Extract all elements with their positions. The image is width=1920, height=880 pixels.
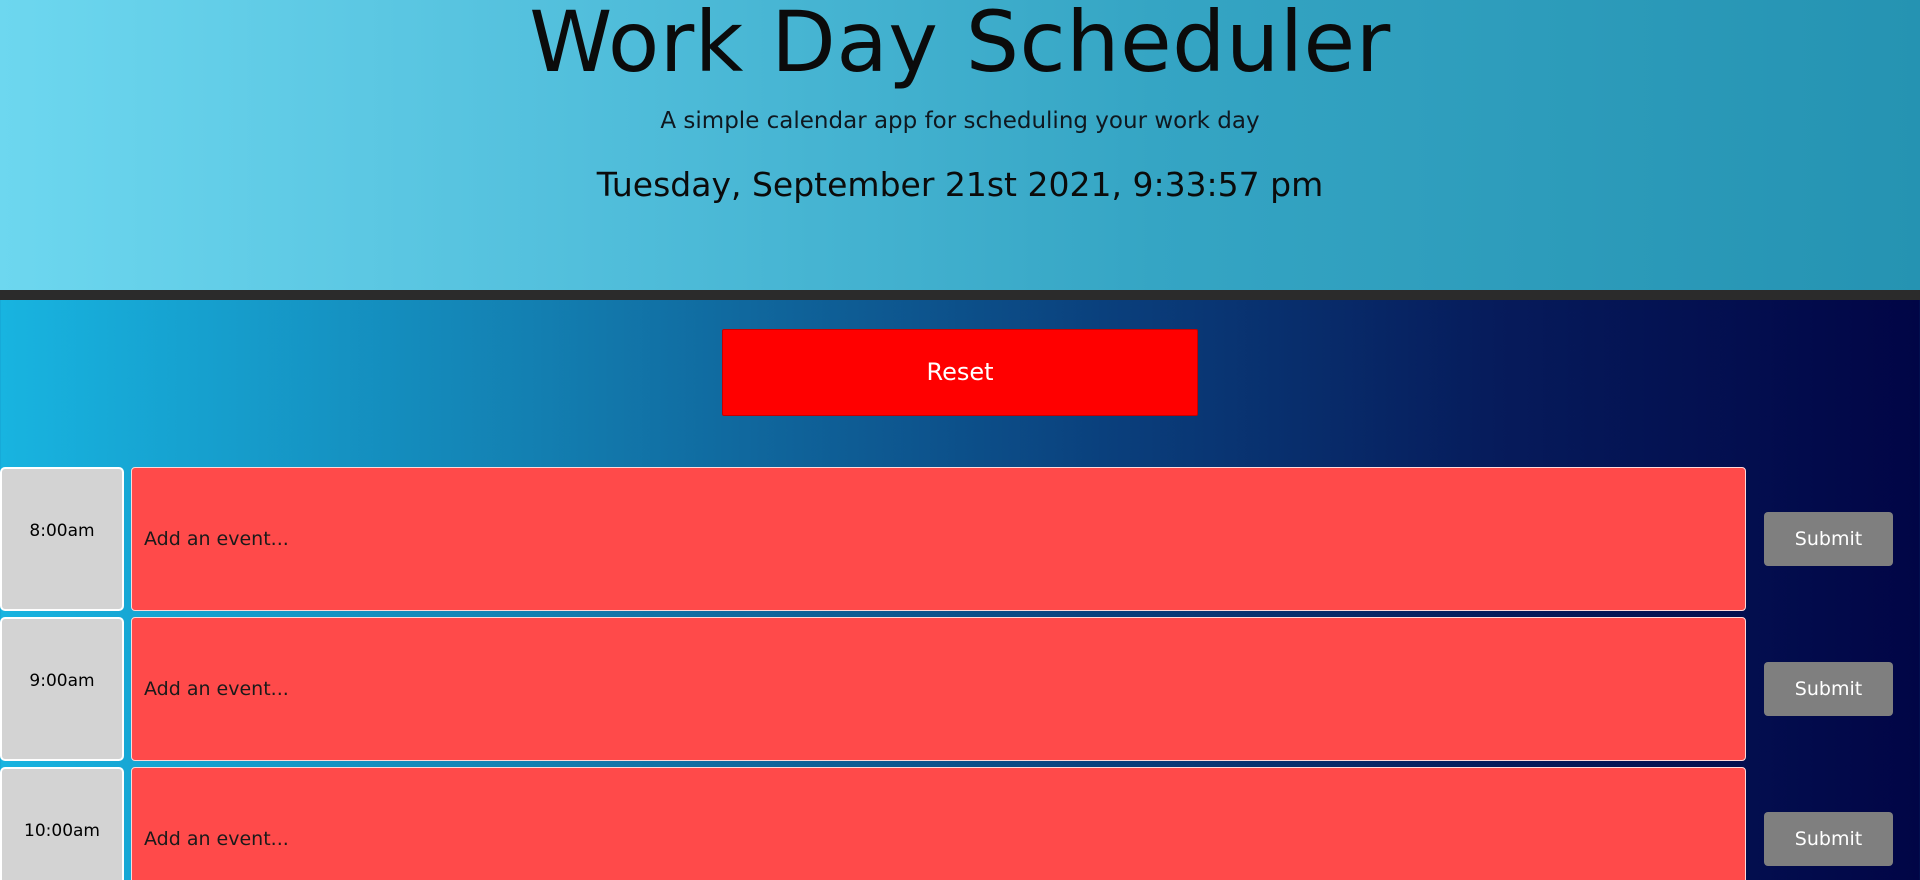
page-subtitle: A simple calendar app for scheduling you… <box>660 108 1260 134</box>
time-block-row: 8:00am Submit <box>0 467 1920 611</box>
event-input[interactable] <box>131 467 1746 611</box>
event-input[interactable] <box>131 767 1746 880</box>
hour-label: 10:00am <box>0 767 124 880</box>
hour-label: 8:00am <box>0 467 124 611</box>
submit-button[interactable]: Submit <box>1764 662 1893 716</box>
submit-button[interactable]: Submit <box>1764 512 1893 566</box>
current-datetime: Tuesday, September 21st 2021, 9:33:57 pm <box>596 165 1324 204</box>
submit-button[interactable]: Submit <box>1764 812 1893 866</box>
event-input[interactable] <box>131 617 1746 761</box>
header: Work Day Scheduler A simple calendar app… <box>0 0 1920 290</box>
reset-button[interactable]: Reset <box>722 329 1198 416</box>
page-title: Work Day Scheduler <box>529 0 1391 91</box>
time-block-row: 9:00am Submit <box>0 617 1920 761</box>
time-block-row: 10:00am Submit <box>0 767 1920 880</box>
header-divider <box>0 290 1920 300</box>
hour-label: 9:00am <box>0 617 124 761</box>
